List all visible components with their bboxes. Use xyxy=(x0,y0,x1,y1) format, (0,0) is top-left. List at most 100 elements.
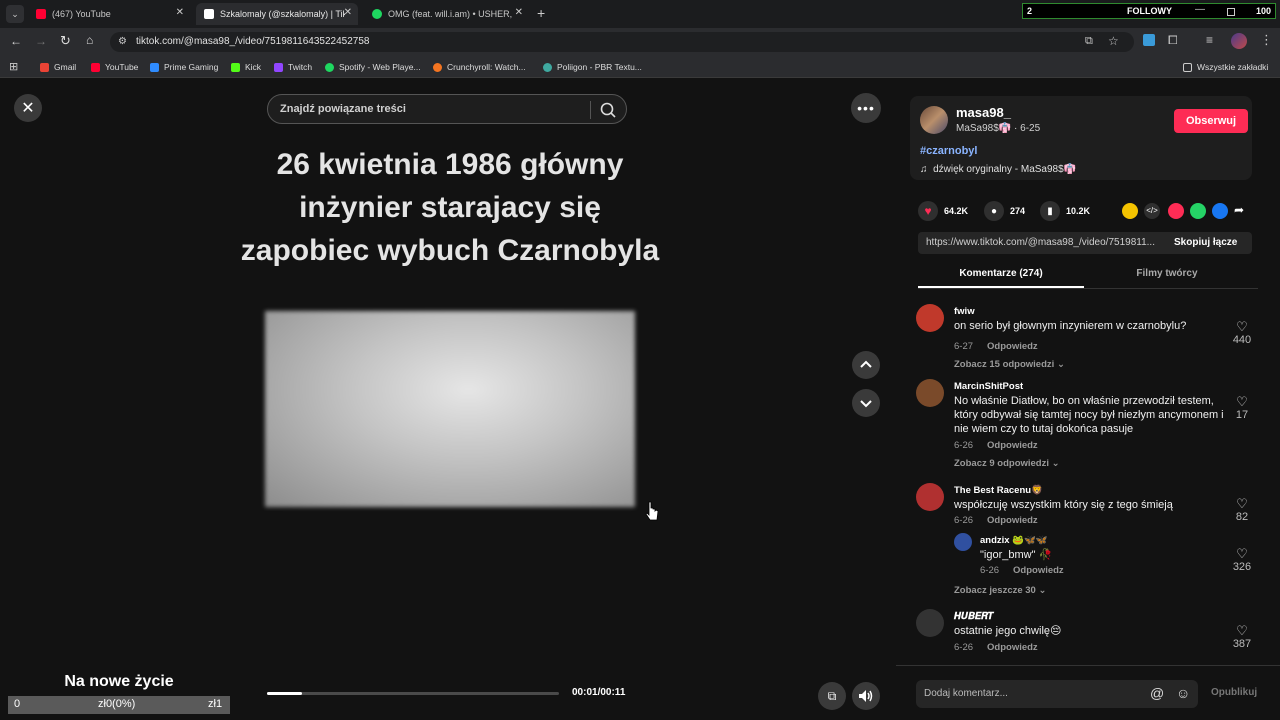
menu-kebab-icon[interactable]: ⋮ xyxy=(1260,32,1273,48)
comment-button[interactable]: ● 274 xyxy=(984,201,1025,221)
creator-username[interactable]: masa98_ xyxy=(956,105,1011,120)
back-icon[interactable]: ← xyxy=(10,34,22,48)
bookmark-star-icon[interactable]: ☆ xyxy=(1108,34,1119,48)
bookmark-spotify[interactable]: Spotify - Web Playe... xyxy=(325,60,421,74)
comment-username[interactable]: andzix 🐸🦋🦋 xyxy=(980,535,1048,546)
comment-username[interactable]: 𝑯𝑼𝑩𝑬𝑹𝑻 xyxy=(954,611,994,622)
facebook-icon[interactable] xyxy=(1212,203,1228,219)
video-frame[interactable] xyxy=(265,311,635,507)
bookmark-crunchyroll[interactable]: Crunchyroll: Watch... xyxy=(433,60,526,74)
send-to-friends-icon[interactable] xyxy=(1168,203,1184,219)
bookmark-poliigon[interactable]: Poliigon - PBR Textu... xyxy=(543,60,642,74)
mention-icon[interactable]: @ xyxy=(1150,685,1164,701)
avatar[interactable] xyxy=(916,379,944,407)
all-bookmarks-folder[interactable]: Wszystkie zakładki xyxy=(1183,60,1268,74)
bookmark-label: Gmail xyxy=(54,62,77,72)
extensions-puzzle-icon[interactable]: ⧠ xyxy=(1168,33,1178,48)
apps-grid-icon[interactable]: ⊞ xyxy=(9,60,18,73)
followy-count: 2 xyxy=(1027,6,1033,16)
whatsapp-icon[interactable] xyxy=(1190,203,1206,219)
bookmark-kick[interactable]: Kick xyxy=(231,60,261,74)
hashtag-link[interactable]: #czarnobyl xyxy=(920,145,977,157)
bookmark-prime-gaming[interactable]: Prime Gaming xyxy=(150,60,218,74)
like-button[interactable]: ♥ 64.2K xyxy=(918,201,968,221)
view-more-replies-button[interactable]: Zobacz jeszcze 30 ⌄ xyxy=(954,585,1046,596)
volume-button[interactable] xyxy=(852,682,880,710)
picture-in-picture-button[interactable]: ⧉ xyxy=(818,682,846,710)
comment-like[interactable]: ♡ 440 xyxy=(1228,320,1256,347)
avatar[interactable] xyxy=(916,304,944,332)
reply-button[interactable]: Odpowiedz xyxy=(987,515,1038,526)
avatar[interactable] xyxy=(920,106,948,134)
save-button[interactable]: ▮ 10.2K xyxy=(1040,201,1090,221)
bookmark-twitch[interactable]: Twitch xyxy=(274,60,312,74)
profile-avatar[interactable] xyxy=(1231,33,1247,49)
comment-like-count: 440 xyxy=(1232,334,1252,346)
comment-like[interactable]: ♡ 326 xyxy=(1228,547,1256,574)
comment-username[interactable]: fwiw xyxy=(954,306,975,317)
emoji-icon[interactable]: ☺ xyxy=(1176,685,1190,701)
comment-input-bar: Dodaj komentarz... @ ☺ Opublikuj xyxy=(896,665,1280,720)
reply-button[interactable]: Odpowiedz xyxy=(987,440,1038,451)
embed-icon[interactable]: </> xyxy=(1144,203,1160,219)
comment-like[interactable]: ♡ 82 xyxy=(1228,497,1256,524)
next-video-button[interactable] xyxy=(852,389,880,417)
tab-creator-videos[interactable]: Filmy twórcy xyxy=(1084,268,1250,279)
tab-search-button[interactable]: ⌄ xyxy=(6,5,24,23)
comment-username[interactable]: The Best Racenu🦁 xyxy=(954,485,1043,496)
tab-youtube[interactable]: (467) YouTube ✕ xyxy=(28,3,190,25)
reload-icon[interactable]: ↻ xyxy=(60,33,71,49)
sound-link[interactable]: ♫ dźwięk oryginalny - MaSa98$👘 xyxy=(920,164,1076,175)
avatar[interactable] xyxy=(954,533,972,551)
video-info-card: masa98_ MaSa98$👘 · 6-25 Obserwuj #czarno… xyxy=(910,96,1252,180)
tab-tiktok[interactable]: Szkalomaly (@szkalomaly) | Tik ✕ xyxy=(196,3,358,25)
new-tab-button[interactable]: + xyxy=(537,5,545,21)
tab-title: Szkalomaly (@szkalomaly) | Tik xyxy=(220,9,345,19)
comment-input[interactable]: Dodaj komentarz... @ ☺ xyxy=(916,680,1198,708)
previous-video-button[interactable] xyxy=(852,351,880,379)
close-video-button[interactable]: ✕ xyxy=(14,94,42,122)
close-icon: ✕ xyxy=(21,100,35,117)
bookmark-gmail[interactable]: Gmail xyxy=(40,60,76,74)
forward-icon[interactable]: → xyxy=(35,34,47,48)
related-search-input[interactable]: Znajdź powiązane treści xyxy=(267,94,627,124)
tab-comments[interactable]: Komentarze (274) xyxy=(918,268,1084,279)
repost-icon[interactable] xyxy=(1122,203,1138,219)
comment-like[interactable]: ♡ 17 xyxy=(1228,395,1256,422)
reply-button[interactable]: Odpowiedz xyxy=(987,642,1038,653)
reply-button[interactable]: Odpowiedz xyxy=(1013,565,1064,576)
follow-button[interactable]: Obserwuj xyxy=(1174,109,1248,133)
media-control-icon[interactable]: ≡ xyxy=(1206,33,1213,47)
close-icon[interactable]: ✕ xyxy=(344,7,352,18)
avatar[interactable] xyxy=(916,609,944,637)
comment-username[interactable]: MarcinShitPost xyxy=(954,381,1023,392)
pip-icon: ⧉ xyxy=(827,688,837,703)
view-replies-button[interactable]: Zobacz 9 odpowiedzi ⌄ xyxy=(954,458,1060,469)
avatar[interactable] xyxy=(916,483,944,511)
publish-button[interactable]: Opublikuj xyxy=(1211,687,1257,698)
share-arrow-icon[interactable]: ➦ xyxy=(1234,203,1250,219)
chevron-down-icon xyxy=(860,400,872,408)
home-icon[interactable]: ⌂ xyxy=(86,33,93,47)
bookmark-youtube[interactable]: YouTube xyxy=(91,60,138,74)
progress-fill xyxy=(267,692,303,695)
minimize-icon[interactable]: — xyxy=(1195,4,1205,15)
search-icon[interactable] xyxy=(598,100,618,120)
video-progress-bar[interactable] xyxy=(267,692,559,695)
site-info-icon[interactable]: ⚙ xyxy=(118,36,127,47)
comment-like[interactable]: ♡ 387 xyxy=(1228,624,1256,651)
comment-meta: 6-26 Odpowiedz xyxy=(954,440,1038,451)
close-icon[interactable]: ✕ xyxy=(176,7,184,18)
reply-button[interactable]: Odpowiedz xyxy=(987,341,1038,352)
bookmark-icon: ▮ xyxy=(1040,201,1060,221)
view-replies-button[interactable]: Zobacz 15 odpowiedzi ⌄ xyxy=(954,359,1065,370)
install-app-icon[interactable]: ⧉ xyxy=(1085,35,1093,48)
more-options-button[interactable]: ••• xyxy=(851,93,881,123)
comment-icon: ● xyxy=(984,201,1004,221)
url-field[interactable]: ⚙ tiktok.com/@masa98_/video/751981164352… xyxy=(110,32,1134,52)
maximize-icon[interactable] xyxy=(1227,8,1235,16)
tab-spotify[interactable]: OMG (feat. will.i.am) • USHER, ✕ xyxy=(364,3,529,25)
copy-link-button[interactable]: Skopiuj łącze xyxy=(1174,237,1237,248)
extension-icon[interactable] xyxy=(1143,34,1155,46)
close-icon[interactable]: ✕ xyxy=(515,7,523,18)
